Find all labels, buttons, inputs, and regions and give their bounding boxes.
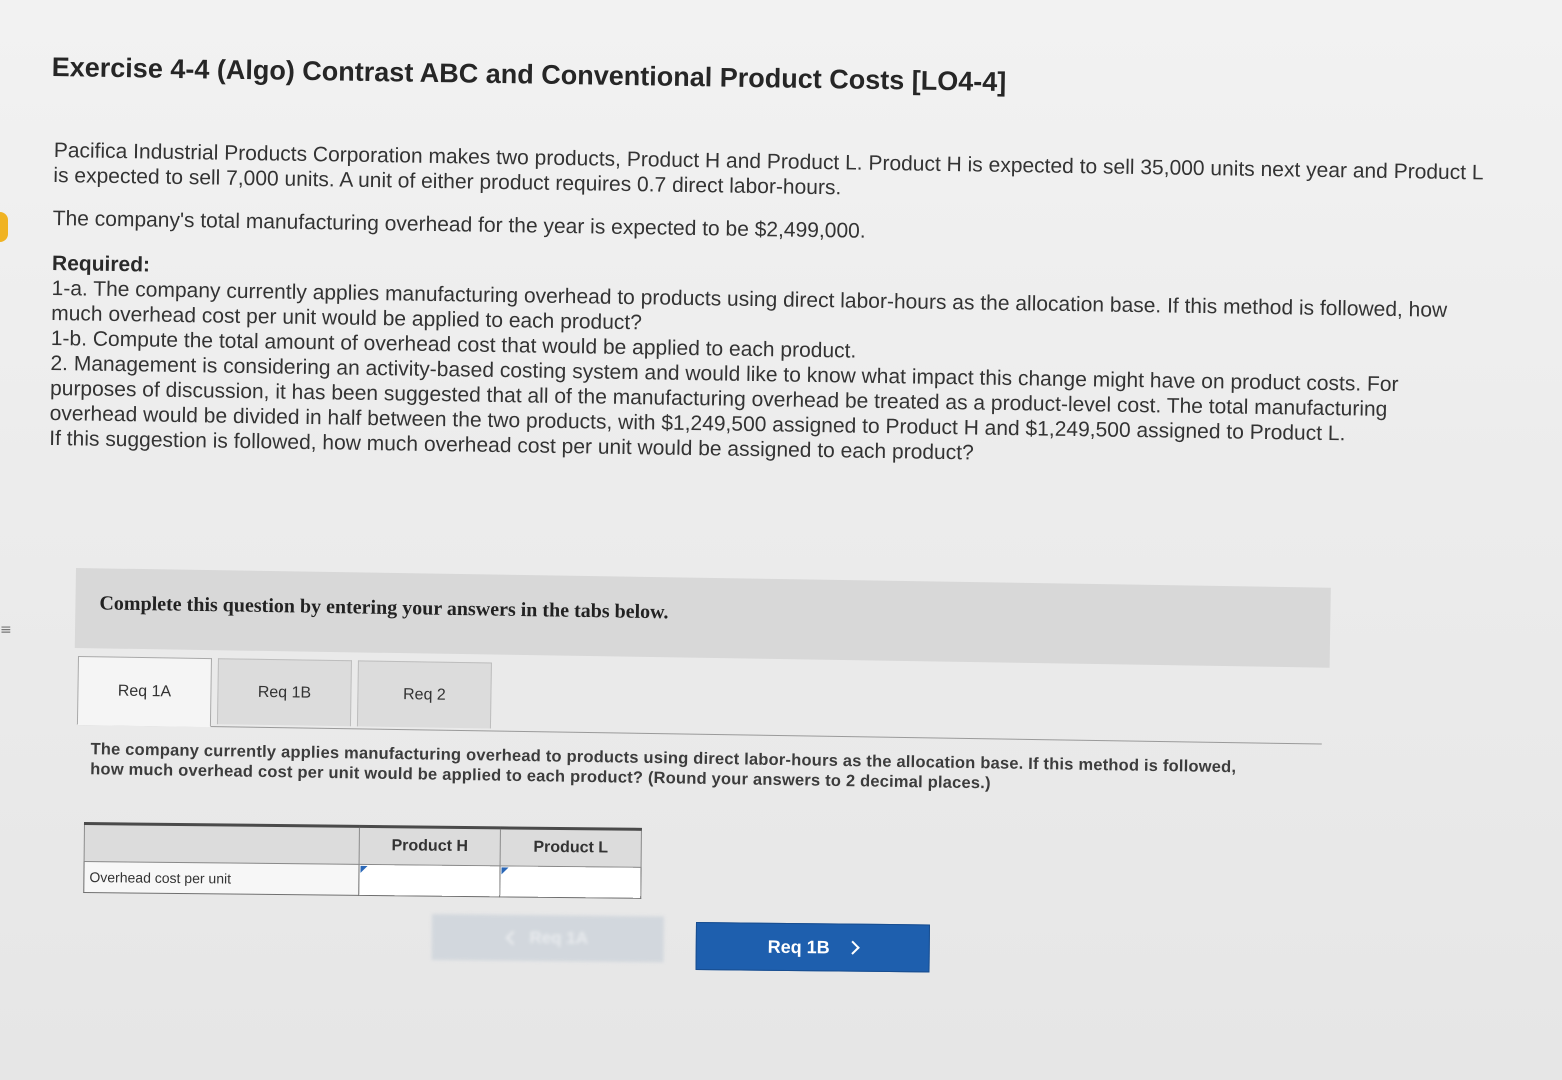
header-blank-cell — [84, 823, 360, 865]
page: ≡ Exercise 4-4 (Algo) Contrast ABC and C… — [0, 0, 1562, 1080]
instructions-banner: Complete this question by entering your … — [74, 568, 1331, 668]
chevron-right-icon — [845, 940, 860, 955]
answer-table-header: Product H Product L — [84, 823, 642, 868]
prev-req-label: Req 1A — [529, 928, 589, 948]
tab-req-1b[interactable]: Req 1B — [216, 658, 352, 727]
product-l-overhead-input[interactable] — [500, 868, 641, 896]
answer-table: Product H Product L Overhead cost per un… — [83, 822, 642, 899]
product-h-overhead-input[interactable] — [359, 866, 500, 895]
requirement-tabs-panel: Req 1A Req 1B Req 2 The company currentl… — [76, 656, 1323, 799]
problem-paragraph-1: Pacifica Industrial Products Corporation… — [53, 138, 1483, 200]
tab-req-2[interactable]: Req 2 — [356, 660, 492, 729]
product-h-cell — [358, 864, 501, 897]
menu-icon[interactable]: ≡ — [0, 622, 12, 638]
header-product-l: Product L — [500, 827, 642, 868]
tab-bar: Req 1A Req 1B Req 2 — [76, 656, 1323, 745]
problem-paragraph-2: The company's total manufacturing overhe… — [52, 206, 866, 243]
progress-marker — [0, 212, 8, 242]
problem-statement: Pacifica Industrial Products Corporation… — [49, 138, 1504, 474]
active-question-text: The company currently applies manufactur… — [90, 740, 1237, 793]
instructions-text: Complete this question by entering your … — [99, 592, 669, 624]
table-row: Overhead cost per unit — [83, 861, 642, 899]
exercise-title: Exercise 4-4 (Algo) Contrast ABC and Con… — [51, 52, 1007, 97]
tab-req-1a[interactable]: Req 1A — [76, 656, 212, 728]
input-flag-icon — [501, 867, 509, 875]
next-req-label: Req 1B — [767, 936, 830, 957]
input-flag-icon — [360, 865, 368, 873]
header-product-h: Product H — [359, 826, 501, 866]
next-req-button[interactable]: Req 1B — [695, 922, 930, 973]
product-l-cell — [499, 865, 642, 899]
prev-req-button[interactable]: Req 1A — [431, 914, 664, 963]
row-label-overhead-cost-per-unit: Overhead cost per unit — [83, 861, 360, 896]
chevron-left-icon — [505, 930, 520, 945]
